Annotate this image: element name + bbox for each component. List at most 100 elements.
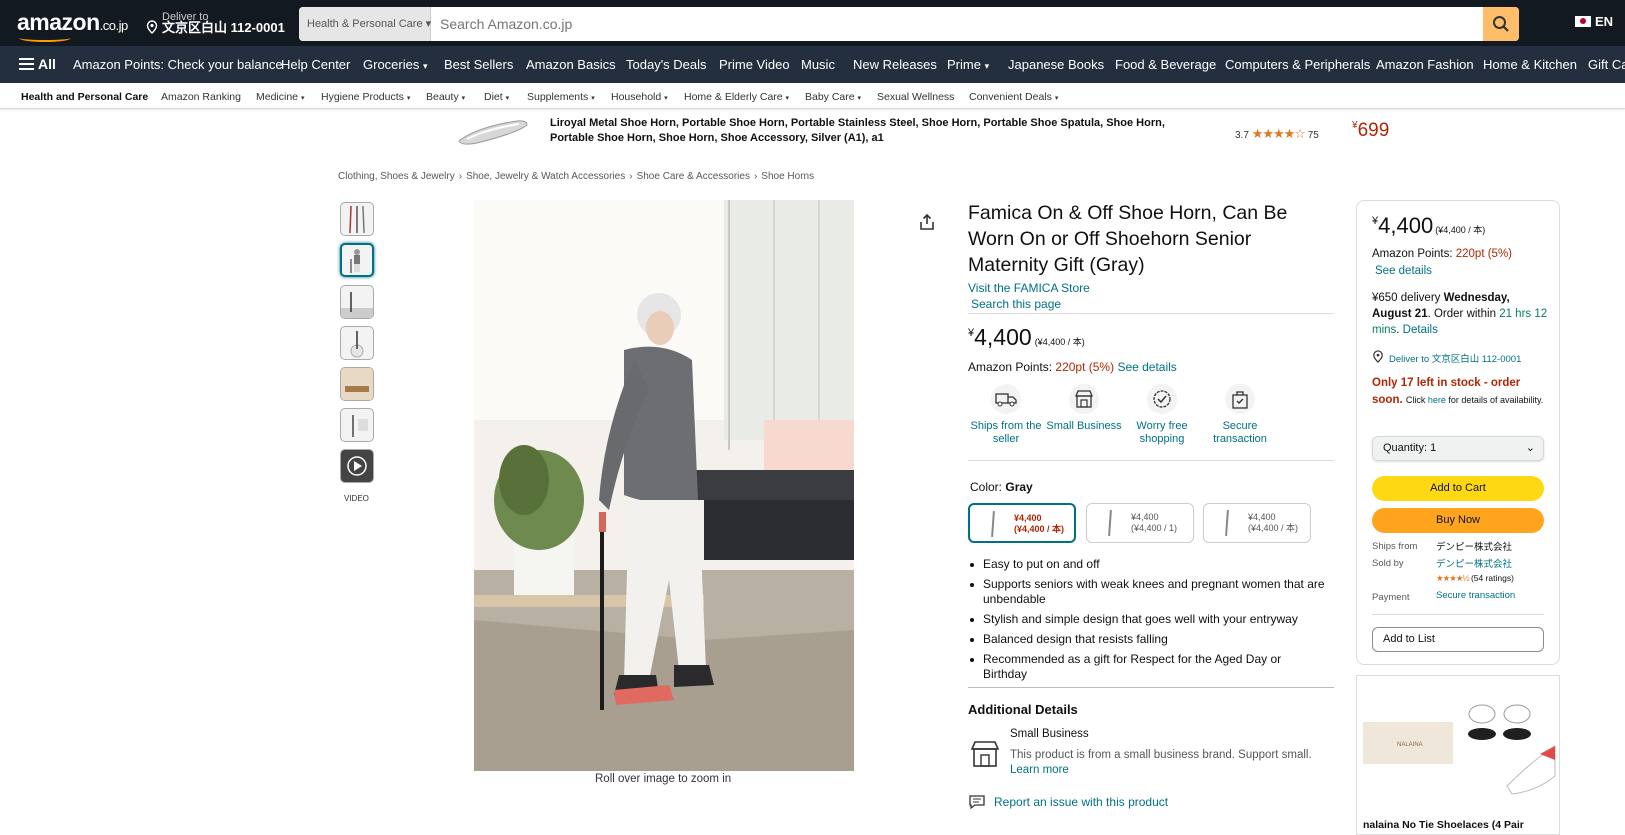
store-link[interactable]: Visit the FAMICA Store [968,281,1090,295]
learn-more-link[interactable]: Learn more [1010,764,1069,776]
subnav-item-hygiene[interactable]: Hygiene Products ▾ [321,91,410,103]
points-details-link[interactable]: See details [1117,360,1176,374]
nav-item-prime-label: Prime [947,57,981,72]
subnav-item-household[interactable]: Household ▾ [611,91,668,103]
feature-label: Secure transaction [1213,420,1267,445]
chevron-down-icon: ⌄ [1525,442,1535,454]
search-bar: Health & Personal Care ▾ [299,7,1519,41]
sponsored-ad[interactable]: NALAINA nalaina No Tie Shoelaces (4 Pair [1356,675,1560,835]
nav-item-points[interactable]: Amazon Points: Check your balance [73,57,283,72]
nav-item-amazon-basics[interactable]: Amazon Basics [526,57,616,72]
quantity-dropdown[interactable]: Quantity: 1 ⌄ [1372,436,1544,461]
subnav-item-baby-care[interactable]: Baby Care ▾ [805,91,861,103]
ad-caption[interactable]: nalaina No Tie Shoelaces (4 Pair [1363,819,1524,831]
variant-option[interactable]: ¥4,400 (¥4,400 / 1) [1086,503,1194,543]
feature-label: Worry free shopping [1136,420,1188,445]
subnav-item-ranking[interactable]: Amazon Ranking [161,91,241,103]
buybox-price: ¥4,400 (¥4,400 / 本) [1372,213,1485,239]
unit-price: (¥4,400 / 本) [1034,337,1085,347]
feature-label: Ships from the seller [970,420,1042,445]
amazon-logo[interactable]: amazon.co.jp [17,9,129,42]
feature-secure-transaction[interactable]: Secure transaction [1200,384,1280,446]
breadcrumb-item[interactable]: Shoe Care & Accessories [637,171,750,182]
search-page-link[interactable]: Search this page [971,297,1061,311]
promo-review-count: 75 [1307,130,1319,141]
sponsored-banner[interactable]: Liroyal Metal Shoe Horn, Portable Shoe H… [457,113,1457,153]
buybox-see-details-link[interactable]: See details [1375,265,1432,277]
subnav-item-supplements[interactable]: Supplements ▾ [527,91,595,103]
language-selector[interactable]: EN [1575,14,1613,29]
subnav-item-beauty[interactable]: Beauty ▾ [426,91,465,103]
logo-tld: .co.jp [99,18,129,33]
seller-ratings-count: (54 ratings) [1470,573,1514,583]
small-business-title: Small Business [1010,728,1089,740]
thumbnail-image[interactable] [340,202,374,236]
sold-by-link[interactable]: デンピー株式会社 [1436,556,1512,570]
feature-label: Small Business [1046,420,1122,432]
nav-item-todays-deals[interactable]: Today's Deals [626,57,707,72]
small-business-description: This product is from a small business br… [1010,748,1320,778]
search-category-dropdown[interactable]: Health & Personal Care ▾ [299,7,431,41]
subnav-item-health[interactable]: Health and Personal Care [21,91,148,103]
nav-item-computers[interactable]: Computers & Peripherals [1225,57,1370,72]
thumbnail-image[interactable] [340,408,374,442]
search-button[interactable] [1483,7,1519,41]
subnav-item-home-elderly[interactable]: Home & Elderly Care ▾ [684,91,789,103]
seller-rating[interactable]: ★★★★½ (54 ratings) [1436,573,1514,584]
nav-item-food-beverage[interactable]: Food & Beverage [1115,57,1216,72]
breadcrumb-item[interactable]: Shoe Horns [761,171,814,182]
subnav-item-sexual-wellness[interactable]: Sexual Wellness [877,91,954,103]
nav-item-prime-video[interactable]: Prime Video [719,57,790,72]
nav-item-home-kitchen[interactable]: Home & Kitchen [1483,57,1577,72]
nav-item-groceries[interactable]: Groceries ▾ [363,57,428,72]
logo-smile-icon [19,34,71,42]
breadcrumb-item[interactable]: Clothing, Shoes & Jewelry [338,171,455,182]
nav-item-best-sellers[interactable]: Best Sellers [444,57,513,72]
caret-down-icon: ▾ [984,61,990,71]
location-pin-icon [146,20,158,34]
main-product-image[interactable] [474,200,854,771]
secure-bag-icon [1232,391,1248,409]
feature-worry-free[interactable]: Worry free shopping [1122,384,1202,446]
nav-item-amazon-fashion[interactable]: Amazon Fashion [1376,57,1474,72]
delivery-details-link[interactable]: Details [1403,324,1438,336]
promo-title[interactable]: Liroyal Metal Shoe Horn, Portable Shoe H… [550,116,1190,146]
stock-click-text: Click [1405,395,1426,405]
feature-ships-from-seller[interactable]: Ships from the seller [966,384,1046,446]
subnav-item-convenient-deals[interactable]: Convenient Deals ▾ [969,91,1058,103]
buy-now-button[interactable]: Buy Now [1372,508,1544,533]
thumbnail-image[interactable] [340,367,374,401]
variant-price-value: ¥4,400 [1248,512,1276,522]
add-to-cart-button[interactable]: Add to Cart [1372,476,1544,501]
nav-item-new-releases[interactable]: New Releases [853,57,937,72]
breadcrumb-item[interactable]: Shoe, Jewelry & Watch Accessories [466,171,625,182]
promo-rating[interactable]: 3.7 ★★★★☆ 75 [1235,126,1319,142]
thumbnail-image[interactable] [340,285,374,319]
nav-item-music[interactable]: Music [801,57,835,72]
subnav-item-diet[interactable]: Diet ▾ [484,91,509,103]
additional-details-heading: Additional Details [968,702,1078,717]
nav-all-menu[interactable]: All [19,56,56,72]
subnav-item-medicine[interactable]: Medicine ▾ [256,91,304,103]
logo-text: amazon [17,9,100,35]
video-thumbnail[interactable] [340,449,374,483]
thumbnail-image[interactable] [340,326,374,360]
payment-link[interactable]: Secure transaction [1436,590,1515,601]
thumbnail-image-selected[interactable] [340,243,374,277]
variant-option[interactable]: ¥4,400 (¥4,400 / 本) [1203,503,1311,543]
shoe-horn-swatch-icon [1225,509,1229,537]
nav-item-gift-cards[interactable]: Gift Ca [1588,57,1625,72]
variant-option-selected[interactable]: ¥4,400 (¥4,400 / 本) [968,503,1076,543]
search-input[interactable] [432,7,1472,41]
share-button[interactable] [918,213,936,236]
deliver-to-link[interactable]: Deliver to 文京区白山 112-0001 [1372,350,1521,366]
points-label: Amazon Points: [968,360,1053,374]
add-to-list-button[interactable]: Add to List [1372,627,1544,652]
stock-info: Only 17 left in stock - order soon. Clic… [1372,375,1552,409]
nav-item-help-center[interactable]: Help Center [281,57,350,72]
subnav-hygiene-label: Hygiene Products [321,91,404,103]
nav-item-prime[interactable]: Prime ▾ [947,57,989,72]
nav-item-japanese-books[interactable]: Japanese Books [1008,57,1104,72]
feature-small-business[interactable]: Small Business [1044,384,1124,433]
stock-here-link[interactable]: here [1428,395,1446,405]
